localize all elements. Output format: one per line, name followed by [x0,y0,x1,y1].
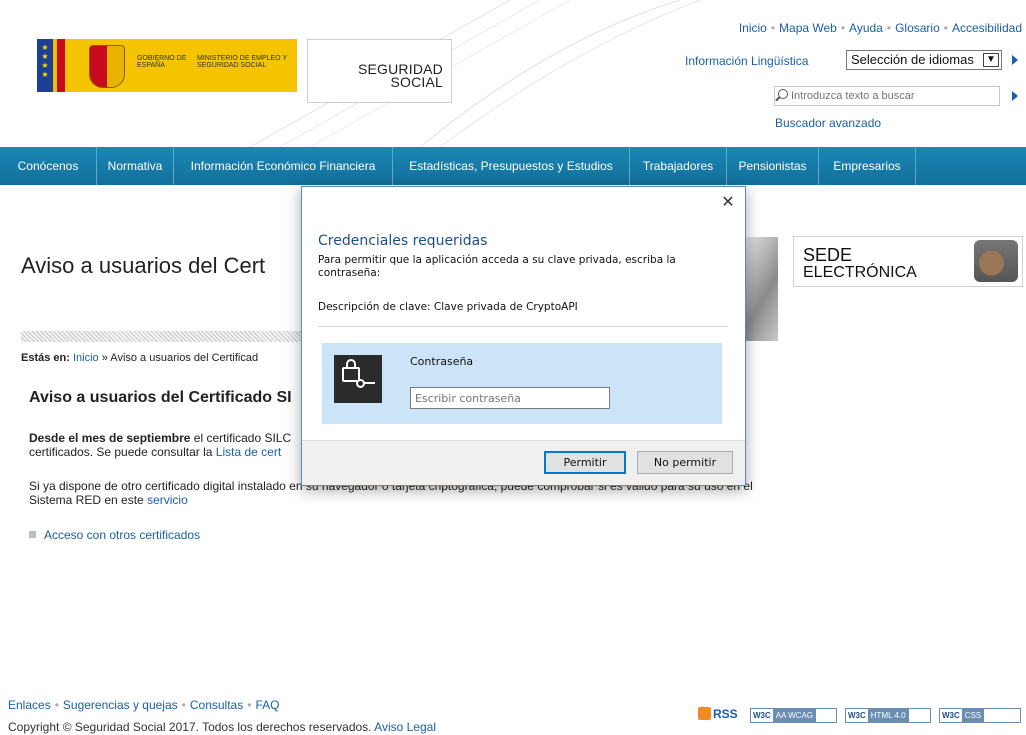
para1-bold: Desde el mes de septiembre [29,431,191,445]
footer-links: Enlaces • Sugerencias y quejas • Consultas • F… [8,698,279,712]
w3c-wcag-badge[interactable]: W3C AA WCAG [750,708,837,723]
info-linguistica-link[interactable]: Información Lingüística [685,54,808,68]
separator: • [181,698,186,712]
separator: • [54,698,59,712]
rss-link[interactable]: RSS [698,707,738,721]
breadcrumb: Estás en: Inicio » Aviso a usuarios del … [21,352,258,364]
logo-line-2: SOCIAL [390,74,443,90]
advanced-search-link[interactable]: Buscador avanzado [775,116,881,130]
password-input[interactable] [410,387,610,409]
w3c-logo: W3C [940,709,962,722]
link-mapa-web[interactable]: Mapa Web [779,21,837,35]
sede-electronica-banner[interactable]: SEDE ELECTRÓNICA [793,236,1023,287]
search-box[interactable] [774,86,1000,106]
para1-text: el certificado SILC [193,431,292,445]
footer-link-sugerencias[interactable]: Sugerencias y quejas [63,698,178,712]
copyright-text: Copyright © Seguridad Social 2017. Todos… [8,720,372,734]
phone-hand-icon [974,240,1018,282]
certificate-list-link[interactable]: Lista de cert [216,445,281,459]
breadcrumb-current: » Aviso a usuarios del Certificad [101,352,259,364]
sede-line-2: ELECTRÓNICA [803,264,917,281]
servicio-link[interactable]: servicio [147,493,188,507]
w3c-html-badge[interactable]: W3C HTML 4.0 [845,708,931,723]
link-inicio[interactable]: Inicio [739,21,767,35]
dialog-footer: Permitir No permitir [302,440,745,485]
page-title: Aviso a usuarios del Cert [21,253,266,278]
section-title: Aviso a usuarios del Certificado SI [29,389,292,406]
nav-item-estadisticas[interactable]: Estadísticas, Presupuestos y Estudios [393,147,630,185]
coat-of-arms-icon [89,45,125,88]
password-panel: Contraseña [322,343,722,424]
badge-label: CSS [961,709,985,722]
separator: • [943,21,948,35]
language-go-arrow-icon[interactable] [1012,55,1018,65]
ministerio-text: MINISTERIO DE EMPLEO Y SEGURIDAD SOCIAL [197,55,287,69]
eu-stars-icon: ★ ★ ★ ★ [37,39,53,92]
search-input[interactable] [791,88,991,104]
site-header: ★ ★ ★ ★ GOBIERNO DE ESPAÑA MINISTERIO DE EM… [0,0,1026,147]
gobierno-logo[interactable]: ★ ★ ★ ★ GOBIERNO DE ESPAÑA MINISTERIO DE EM… [37,39,297,92]
sede-line-1: SEDE [803,245,853,265]
key-tile [334,355,382,403]
breadcrumb-prefix: Estás en: [21,352,70,364]
gobierno-text: GOBIERNO DE ESPAÑA [137,55,187,69]
other-certificates-link[interactable]: Acceso con otros certificados [29,528,200,542]
footer-link-consultas[interactable]: Consultas [190,698,243,712]
w3c-css-badge[interactable]: W3C CSS [939,708,1021,723]
nav-item-normativa[interactable]: Normativa [97,147,174,185]
breadcrumb-link-inicio[interactable]: Inicio [73,352,99,364]
separator: • [886,21,892,35]
search-icon [778,89,788,99]
separator: • [770,21,776,35]
credentials-dialog: ✕ Credenciales requeridas Para permitir … [301,186,746,486]
allow-button[interactable]: Permitir [544,451,626,474]
dialog-description: Para permitir que la aplicación acceda a… [318,254,676,279]
close-icon[interactable]: ✕ [719,193,737,211]
para1-line2: certificados. Se puede consultar la [29,445,213,459]
copyright: Copyright © Seguridad Social 2017. Todos… [8,720,436,734]
badge-label: AA WCAG [772,709,817,722]
nav-item-conocenos[interactable]: Conócenos [0,147,97,185]
language-select[interactable]: Selección de idiomas ▼ [846,50,1002,70]
nav-item-pensionistas[interactable]: Pensionistas [727,147,819,185]
bullet-icon [29,531,36,538]
footer-link-enlaces[interactable]: Enlaces [8,698,51,712]
rss-label: RSS [713,707,738,721]
link-accesibilidad[interactable]: Accesibilidad [952,21,1022,35]
nav-item-empresarios[interactable]: Empresarios [819,147,916,185]
link-glosario[interactable]: Glosario [895,21,940,35]
badge-label: HTML 4.0 [867,709,909,722]
rss-icon [698,707,711,720]
seguridad-social-logo[interactable]: SEGURIDAD SOCIAL [307,39,452,103]
language-select-value: Selección de idiomas [851,52,974,67]
nav-item-trabajadores[interactable]: Trabajadores [630,147,727,185]
dialog-title: Credenciales requeridas [318,233,488,249]
chevron-down-icon[interactable]: ▼ [983,53,999,67]
search-go-arrow-icon[interactable] [1012,91,1018,101]
password-label: Contraseña [410,355,474,368]
key-icon [356,379,376,388]
separator: • [840,21,846,35]
w3c-logo: W3C [751,709,773,722]
dialog-divider [318,326,728,327]
nav-item-informacion-economico-financiera[interactable]: Información Económico Financiera [174,147,393,185]
key-description: Descripción de clave: Clave privada de C… [318,301,578,313]
aviso-legal-link[interactable]: Aviso Legal [374,720,436,734]
main-nav: Conócenos Normativa Información Económic… [0,147,1026,185]
top-links: Inicio • Mapa Web • Ayuda • Glosario • Accesibil… [739,21,1022,35]
separator: • [247,698,252,712]
link-ayuda[interactable]: Ayuda [849,21,883,35]
other-certificates-label: Acceso con otros certificados [44,528,201,542]
footer-link-faq[interactable]: FAQ [255,698,279,712]
deny-button[interactable]: No permitir [637,451,733,474]
w3c-logo: W3C [846,709,868,722]
